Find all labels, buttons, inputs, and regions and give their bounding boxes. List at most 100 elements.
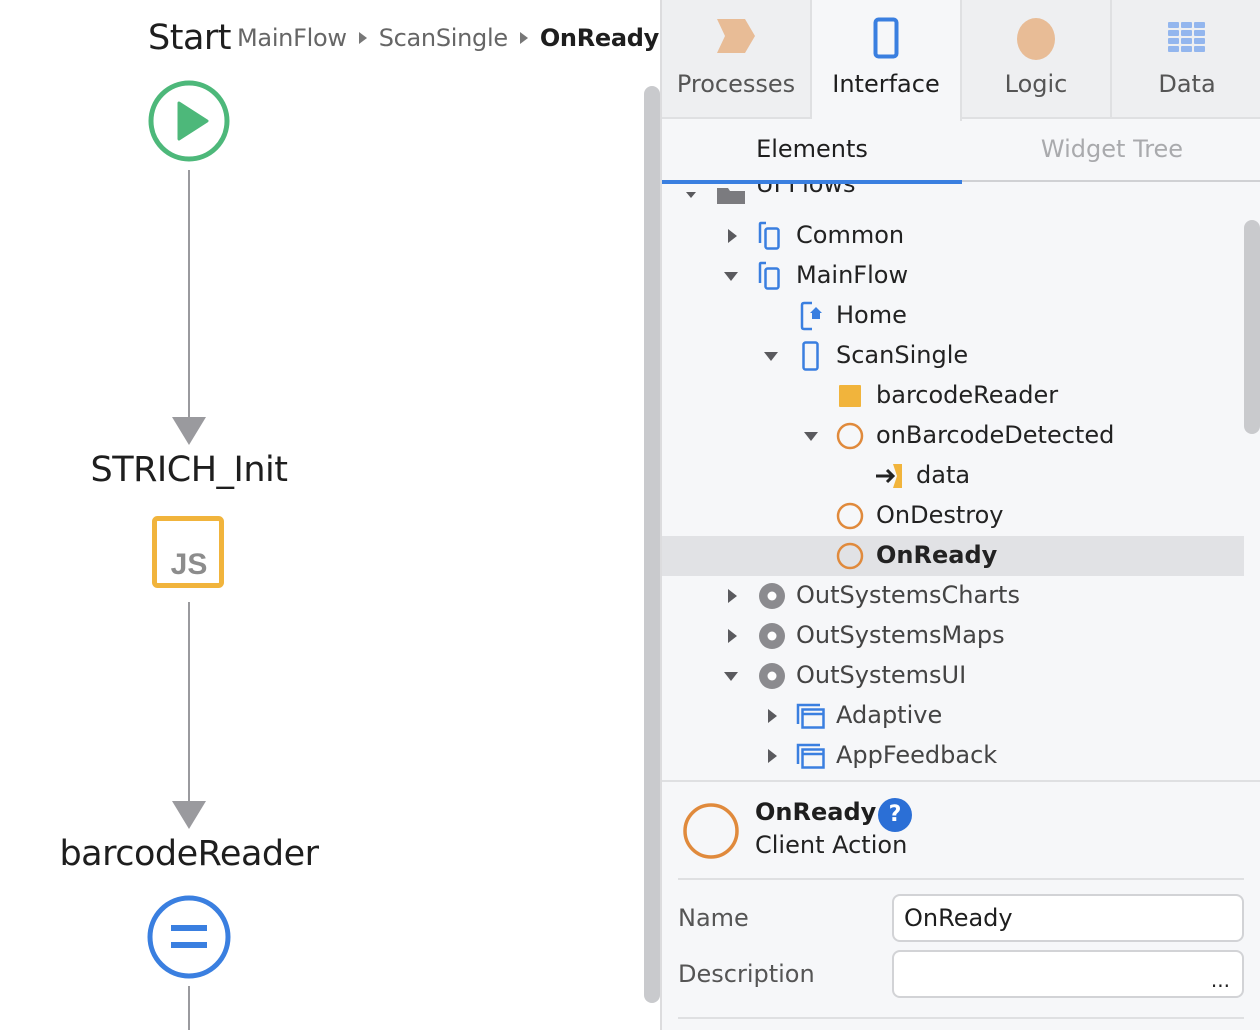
- name-input[interactable]: [892, 894, 1244, 942]
- start-node[interactable]: [146, 78, 232, 168]
- tab-label: Interface: [832, 70, 940, 98]
- tree-item-label: OutSystemsCharts: [796, 581, 1020, 609]
- arrow-down-icon: [172, 417, 206, 445]
- description-label: Description: [678, 960, 815, 988]
- js-icon-text: JS: [171, 548, 208, 581]
- home-screen-icon: [800, 301, 822, 331]
- help-icon[interactable]: ?: [878, 798, 912, 832]
- caret-down-icon[interactable]: [724, 672, 738, 681]
- tree-item-label: ScanSingle: [836, 341, 969, 369]
- tree-item-ui-flows[interactable]: UI Flows: [662, 184, 1244, 216]
- tree-item-outsystemsui[interactable]: OutSystemsUI: [662, 656, 1244, 696]
- breadcrumb-separator-icon: [519, 32, 528, 44]
- tree-scrollbar[interactable]: [1244, 220, 1260, 434]
- properties-subtitle: Client Action: [755, 831, 908, 859]
- main-tabs: Processes Interface Logic Data: [662, 0, 1260, 121]
- tree-item-common[interactable]: Common: [662, 216, 1244, 256]
- description-input[interactable]: ...: [892, 950, 1244, 998]
- tree-item-scansingle[interactable]: ScanSingle: [662, 336, 1244, 376]
- tree-item-label: OutSystemsMaps: [796, 621, 1005, 649]
- caret-down-icon[interactable]: [804, 432, 818, 441]
- tree-item-barcodereader[interactable]: barcodeReader: [662, 376, 1244, 416]
- breadcrumb-separator-icon: [358, 32, 367, 44]
- tab-label: Processes: [676, 70, 796, 98]
- caret-right-icon[interactable]: [728, 229, 737, 243]
- tree-item-label: Home: [836, 301, 907, 329]
- local-variable-icon: [839, 385, 861, 407]
- tree-item-label: barcodeReader: [876, 381, 1059, 409]
- folder-icon: [717, 188, 745, 204]
- tree-item-label: Common: [796, 221, 905, 249]
- caret-down-icon[interactable]: [764, 352, 778, 361]
- tree-item-label: AppFeedback: [836, 741, 998, 769]
- ui-flow-icon: [758, 221, 780, 250]
- screen-icon: [802, 341, 819, 371]
- divider: [678, 1017, 1244, 1019]
- tab-label: Data: [1158, 70, 1216, 98]
- tab-data[interactable]: Data: [1112, 0, 1260, 119]
- data-grid-icon: [1168, 22, 1205, 52]
- ui-flow-icon: [758, 261, 780, 290]
- tree-item-mainflow[interactable]: MainFlow: [662, 256, 1244, 296]
- properties-title: OnReady: [755, 798, 877, 826]
- processes-chevron-icon: [717, 19, 755, 53]
- tree-item-label: MainFlow: [796, 261, 909, 289]
- tree-item-onready[interactable]: OnReady: [662, 536, 1244, 576]
- tree-item-adaptive[interactable]: Adaptive: [662, 696, 1244, 736]
- breadcrumb-item-current: OnReady: [539, 24, 659, 52]
- connector-line: [188, 602, 190, 802]
- properties-panel: OnReady ? Client Action Name Description…: [662, 780, 1260, 1030]
- tree-item-outsystemsmaps[interactable]: OutSystemsMaps: [662, 616, 1244, 656]
- breadcrumb-item-mainflow[interactable]: MainFlow: [237, 24, 347, 52]
- tab-widget-tree[interactable]: Widget Tree: [962, 120, 1260, 182]
- caret-down-icon[interactable]: [724, 272, 738, 281]
- interface-phone-icon: [873, 17, 899, 59]
- more-ellipsis-icon[interactable]: ...: [1211, 968, 1230, 992]
- connector-line: [188, 986, 190, 1030]
- block-folder-icon: [796, 743, 825, 769]
- connector-line: [188, 170, 190, 418]
- javascript-node[interactable]: JS: [152, 516, 224, 592]
- arrow-down-icon: [172, 801, 206, 829]
- breadcrumb-item-scansingle[interactable]: ScanSingle: [379, 24, 508, 52]
- tree-item-label: onBarcodeDetected: [876, 421, 1115, 449]
- tab-interface[interactable]: Interface: [812, 0, 962, 121]
- canvas-scrollbar[interactable]: [644, 86, 660, 1003]
- flow-canvas[interactable]: Start MainFlow ScanSingle OnReady STRICH…: [0, 0, 660, 1030]
- tree-item-label: Adaptive: [836, 701, 943, 729]
- caret-right-icon[interactable]: [728, 629, 737, 643]
- tree-item-data[interactable]: data: [662, 456, 1244, 496]
- logic-circle-icon: [1017, 18, 1055, 60]
- node-label-barcodereader: barcodeReader: [59, 834, 319, 874]
- tree-item-label: OutSystemsUI: [796, 661, 967, 689]
- client-action-icon: [836, 422, 864, 450]
- sub-tabs: Elements Widget Tree: [662, 120, 1260, 184]
- tree-item-label: data: [916, 461, 971, 489]
- play-circle-icon: [148, 80, 230, 162]
- tree-item-label: UI Flows: [756, 184, 856, 198]
- tree-item-label: OnDestroy: [876, 501, 1004, 529]
- tree-item-outsystemscharts[interactable]: OutSystemsCharts: [662, 576, 1244, 616]
- node-label-strich-init: STRICH_Init: [90, 450, 288, 490]
- tree-item-onbarcodedetected[interactable]: onBarcodeDetected: [662, 416, 1244, 456]
- tab-processes[interactable]: Processes: [662, 0, 812, 119]
- tab-elements[interactable]: Elements: [662, 120, 962, 184]
- tree-item-home[interactable]: Home: [662, 296, 1244, 336]
- tab-logic[interactable]: Logic: [962, 0, 1112, 119]
- client-action-icon: [836, 542, 864, 570]
- flow-start-label: Start: [148, 18, 232, 58]
- module-icon: [759, 623, 785, 649]
- elements-tree: UI Flows Common MainFlow Home ScanSingle…: [662, 184, 1260, 780]
- tree-item-appfeedback[interactable]: AppFeedback: [662, 736, 1244, 776]
- assign-icon: [147, 895, 231, 979]
- divider: [678, 878, 1244, 880]
- caret-right-icon[interactable]: [728, 589, 737, 603]
- caret-down-icon[interactable]: [686, 192, 696, 198]
- input-parameter-icon: [876, 464, 902, 488]
- client-action-large-icon: [683, 803, 739, 859]
- caret-right-icon[interactable]: [768, 709, 777, 723]
- js-icon: JS: [152, 516, 224, 588]
- assign-node[interactable]: [146, 894, 232, 984]
- caret-right-icon[interactable]: [768, 749, 777, 763]
- tree-item-ondestroy[interactable]: OnDestroy: [662, 496, 1244, 536]
